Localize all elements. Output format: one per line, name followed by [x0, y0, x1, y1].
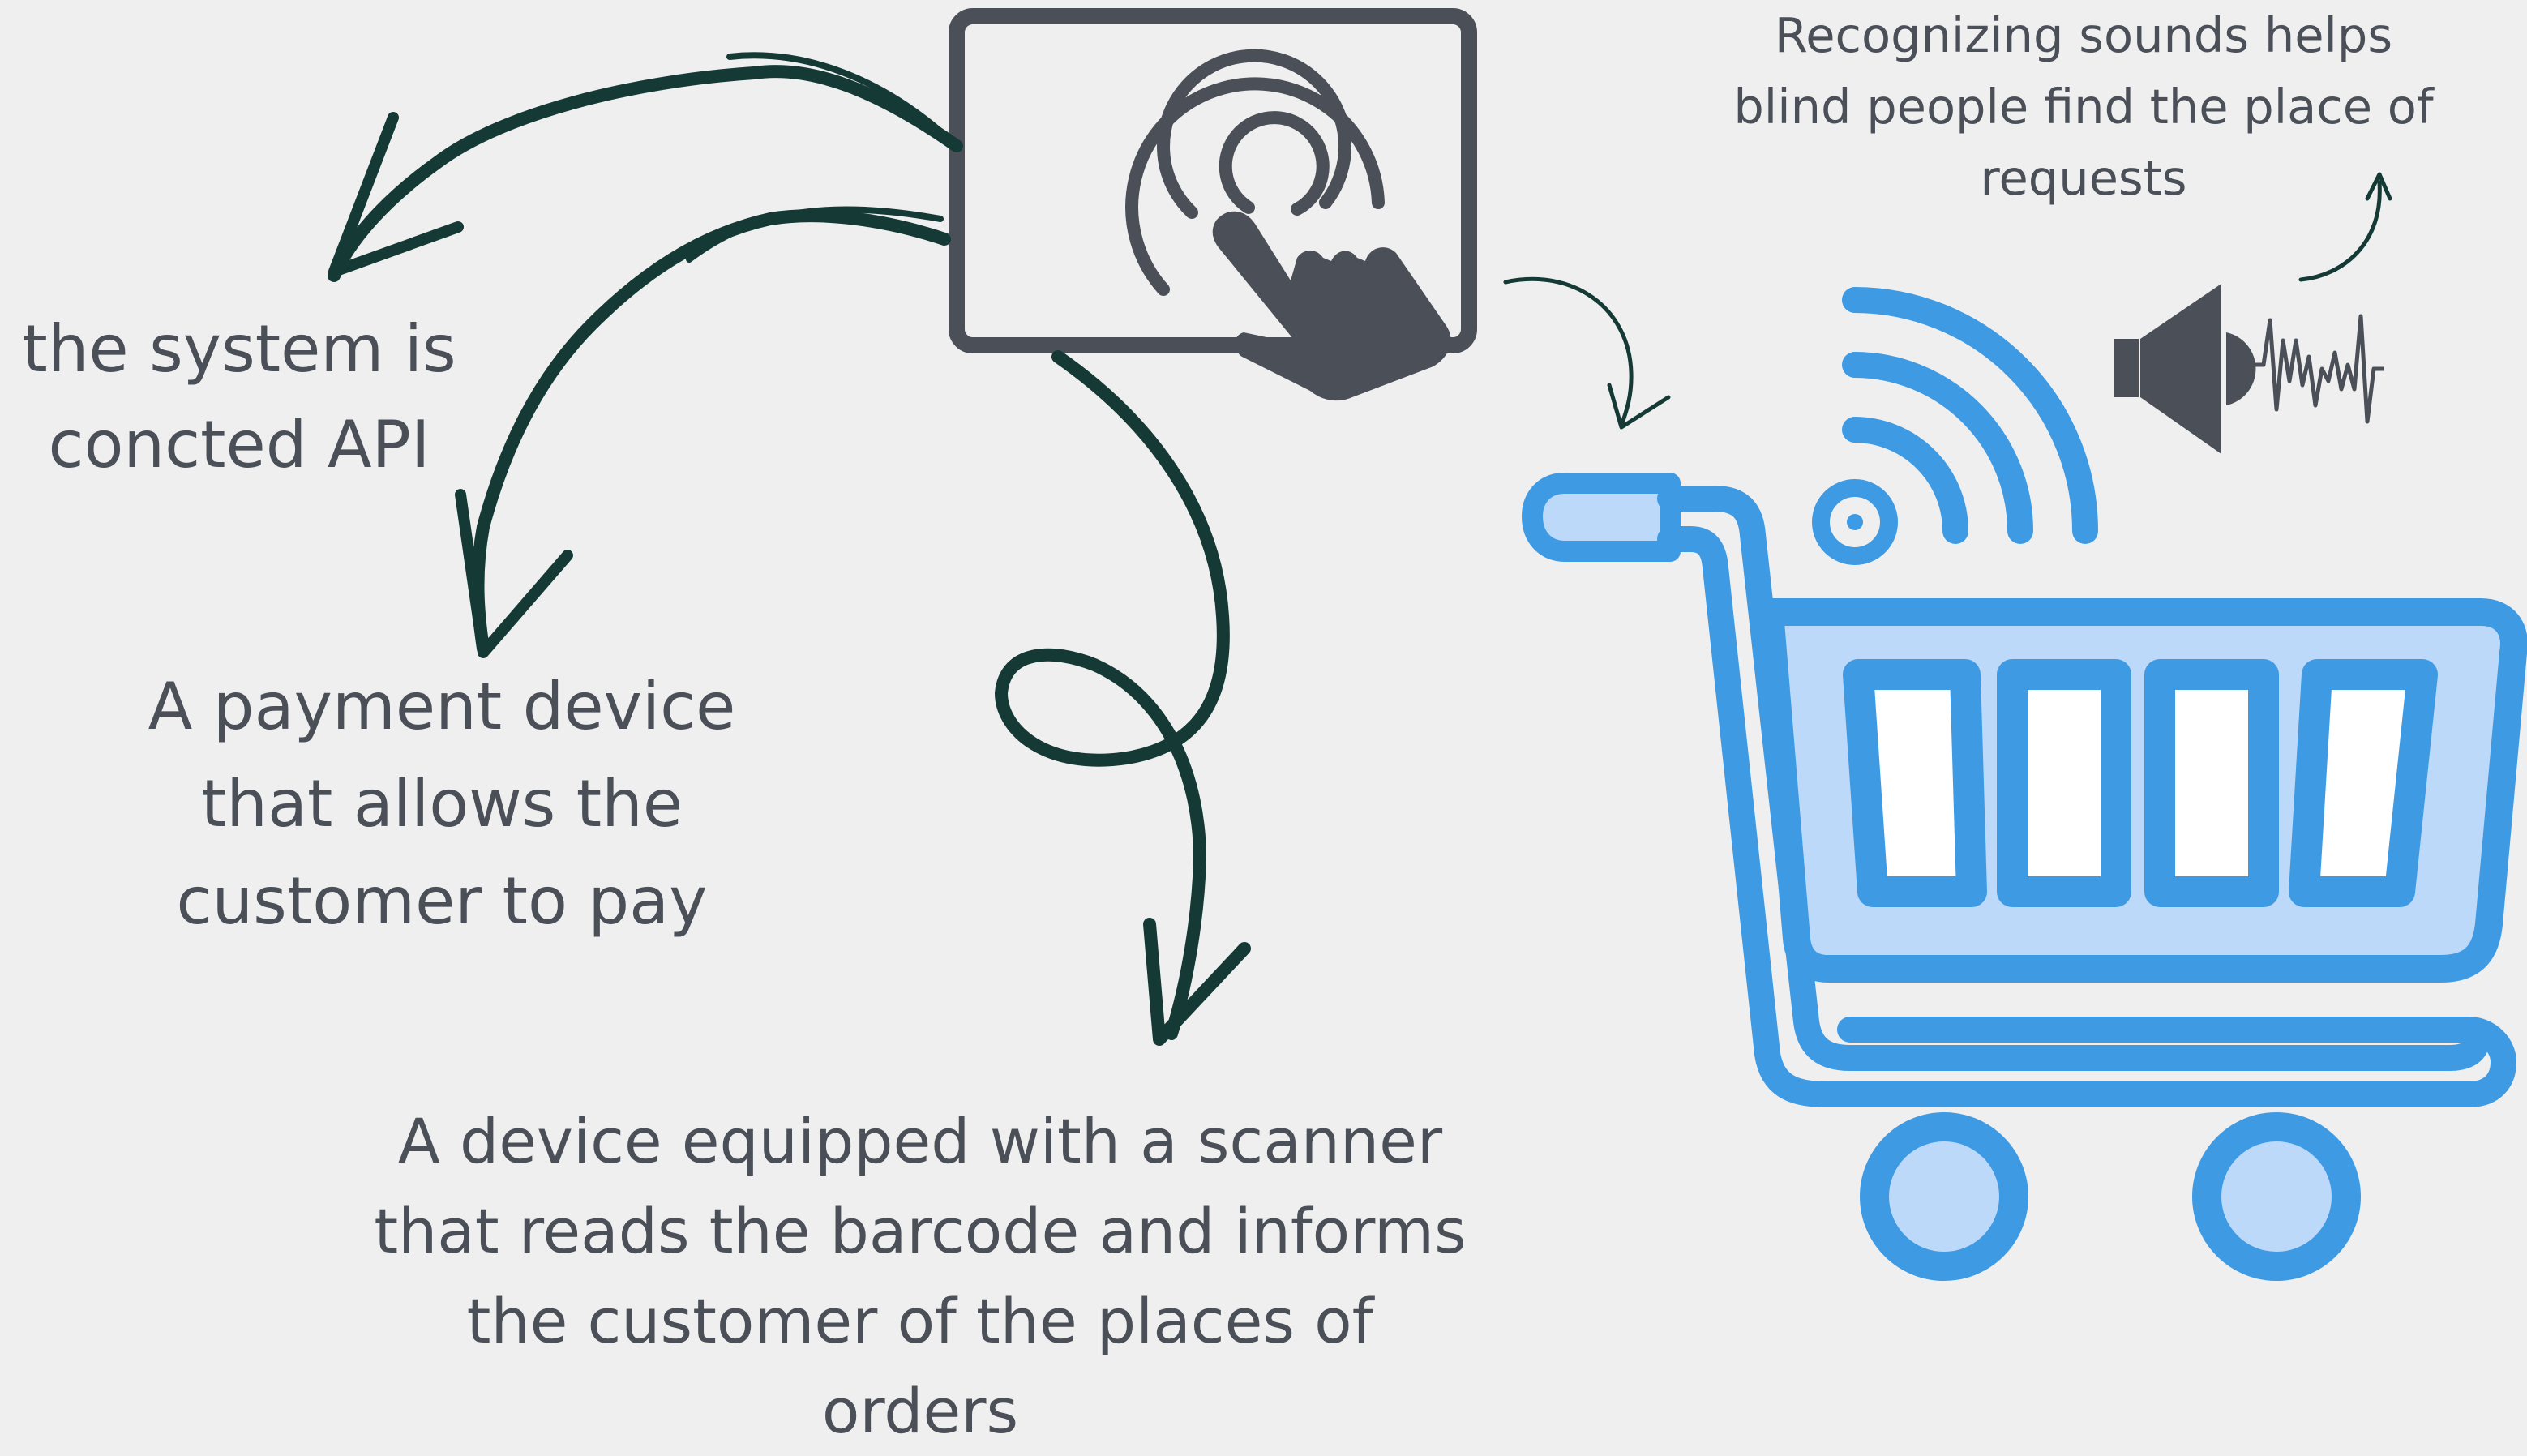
arrow-to-scanner-label — [994, 350, 1251, 1046]
speaker-sound-icon — [2114, 284, 2384, 454]
arrow-to-payment-label — [455, 206, 951, 658]
wifi-signal-icon — [1812, 287, 2098, 565]
api-caption: the system is concted API — [22, 311, 456, 482]
sound-recognition-caption: Recognizing sounds helps blind people fi… — [1733, 7, 2434, 206]
payment-device-caption: A payment device that allows the custome… — [148, 669, 736, 939]
scanner-device-caption: A device equipped with a scanner that re… — [374, 1105, 1467, 1447]
touch-screen-icon — [949, 8, 1477, 401]
arrow-to-cart — [1503, 276, 1671, 430]
shopping-cart-icon — [1522, 473, 2527, 1281]
arrow-to-api-label — [328, 52, 963, 282]
diagram-canvas: the system is concted API A payment devi… — [0, 0, 2527, 1447]
